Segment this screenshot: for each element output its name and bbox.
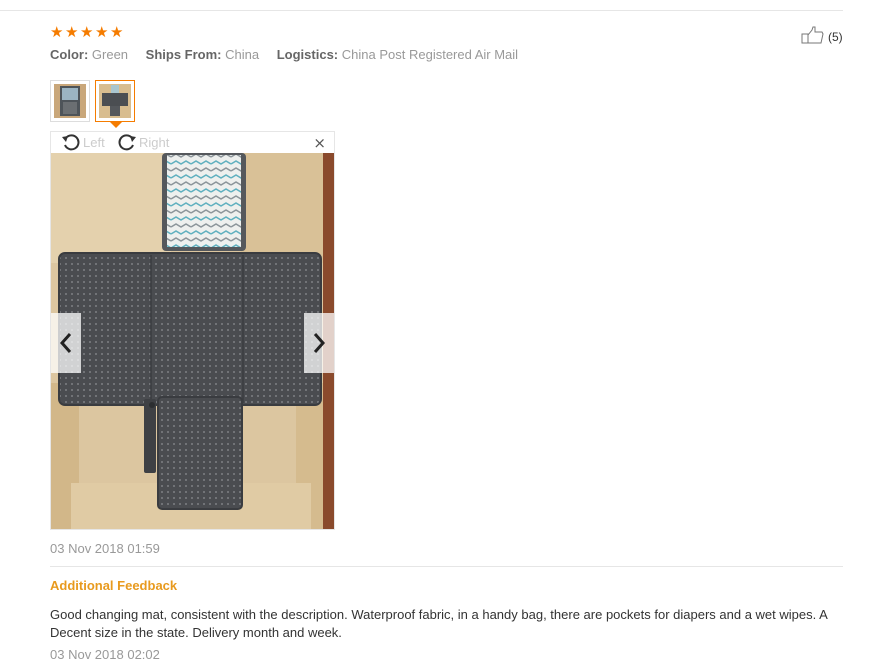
star-icon: ★: [50, 23, 64, 41]
rotate-right-label: Right: [139, 134, 170, 150]
review-thumbnails: [50, 80, 135, 128]
close-icon[interactable]: ×: [313, 134, 326, 152]
ships-from-value: China: [225, 47, 260, 62]
review-thumbnail[interactable]: [50, 80, 90, 122]
order-info: Color: Green Ships From: China Logistics…: [50, 47, 532, 62]
additional-feedback-heading: Additional Feedback: [50, 578, 178, 593]
star-icon: ★: [95, 23, 109, 41]
ships-from-label: Ships From:: [145, 47, 222, 62]
review-photo: [51, 153, 334, 529]
viewer-toolbar: Left Right ×: [51, 132, 334, 153]
color-value: Green: [91, 47, 129, 62]
rotate-left-button[interactable]: Left: [61, 133, 105, 151]
chevron-right-icon[interactable]: [312, 332, 326, 354]
rotate-left-label: Left: [83, 134, 105, 150]
review-date: 03 Nov 2018 01:59: [50, 541, 160, 556]
logistics-label: Logistics:: [276, 47, 339, 62]
rotate-right-button[interactable]: Right: [117, 133, 169, 151]
rotate-right-icon[interactable]: [117, 133, 137, 151]
previous-image-button[interactable]: [51, 313, 81, 373]
star-icon: ★: [110, 23, 124, 41]
additional-feedback-text: Good changing mat, consistent with the d…: [50, 607, 828, 640]
image-viewer: Left Right ×: [50, 131, 335, 530]
star-rating: ★ ★ ★ ★ ★: [50, 23, 124, 41]
logistics-value: China Post Registered Air Mail: [341, 47, 519, 62]
helpful-count: (5): [828, 29, 843, 44]
star-icon: ★: [65, 23, 79, 41]
next-image-button[interactable]: [304, 313, 334, 373]
helpful-button[interactable]: (5): [801, 26, 843, 47]
feedback-divider: [50, 566, 843, 567]
review-thumbnail-selected[interactable]: [95, 80, 135, 128]
color-label: Color:: [50, 47, 89, 62]
additional-feedback-date: 03 Nov 2018 02:02: [50, 647, 160, 662]
thumbs-up-icon[interactable]: [801, 26, 824, 47]
star-icon: ★: [80, 23, 94, 41]
chevron-left-icon[interactable]: [59, 332, 73, 354]
rotate-left-icon[interactable]: [61, 133, 81, 151]
top-divider: [0, 10, 843, 11]
